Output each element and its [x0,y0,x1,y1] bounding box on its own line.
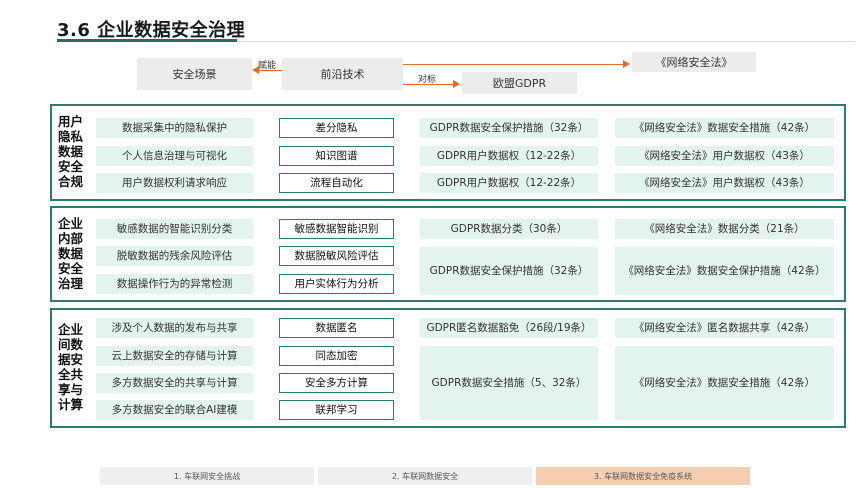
cyber-law-header: 《网络安全法》 [632,52,756,72]
section-label: 用户 隐私 数据 安全 合规 [58,114,84,189]
gdpr-cell: GDPR匿名数据豁免（26段/19条） [420,318,598,338]
enable-arrow-line [258,70,282,71]
scene-cell: 敏感数据的智能识别分类 [96,219,253,239]
footer-tab-3[interactable]: 3. 车联网数据安全免疫系统 [536,467,750,485]
law-cell: 《网络安全法》数据安全保护措施（42条） [615,247,834,295]
tech-cell: 联邦学习 [279,400,394,420]
tech-cell: 安全多方计算 [279,373,394,393]
tech-cell: 用户实体行为分析 [279,274,394,294]
scene-cell: 多方数据安全的共享与计算 [96,373,253,393]
scene-cell: 云上数据安全的存储与计算 [96,346,253,366]
scene-header: 安全场景 [137,58,252,90]
tech-cell: 数据匿名 [279,318,394,338]
scene-cell: 脱敏数据的残余风险评估 [96,246,253,266]
title-underline [57,39,237,42]
gdpr-header: 欧盟GDPR [462,72,577,94]
tech-cell: 数据脱敏风险评估 [279,246,394,266]
law-cell: 《网络安全法》匿名数据共享（42条） [615,318,834,338]
law-cell: 《网络安全法》用户数据权（43条） [615,173,834,193]
tech-cell: 知识图谱 [279,146,394,166]
scene-cell: 个人信息治理与可视化 [96,146,253,166]
footer-tab-1[interactable]: 1. 车联网安全挑战 [100,467,314,485]
tech-cell: 敏感数据智能识别 [279,219,394,239]
tech-cell: 差分隐私 [279,118,394,138]
scene-cell: 涉及个人数据的发布与共享 [96,318,253,338]
gdpr-cell: GDPR用户数据权（12-22条） [420,146,598,166]
law-cell: 《网络安全法》数据安全措施（42条） [615,118,834,138]
scene-cell: 多方数据安全的联合AI建模 [96,400,253,420]
gdpr-cell: GDPR数据分类（30条） [420,219,598,239]
law-cell: 《网络安全法》用户数据权（43条） [615,146,834,166]
law-cell: 《网络安全法》数据安全措施（42条） [615,346,834,420]
footer-tab-2[interactable]: 2. 车联网数据安全 [318,467,532,485]
gdpr-arrow-head [453,80,460,88]
section-label: 企业 间数 据安 全共 享与 计算 [58,322,84,412]
law-arrow-line [403,64,624,65]
law-cell: 《网络安全法》数据分类（21条） [615,219,834,239]
section-label: 企业 内部 数据 安全 治理 [58,216,84,291]
law-arrow-head [623,60,630,68]
gdpr-cell: GDPR数据安全保护措施（32条） [420,118,598,138]
tech-cell: 流程自动化 [279,173,394,193]
gdpr-cell: GDPR数据安全保护措施（32条） [420,247,598,295]
scene-cell: 用户数据权利请求响应 [96,173,253,193]
gdpr-cell: GDPR用户数据权（12-22条） [420,173,598,193]
scene-cell: 数据操作行为的异常检测 [96,274,253,294]
frontier-header: 前沿技术 [282,58,403,90]
tech-cell: 同态加密 [279,346,394,366]
gdpr-arrow-line [403,84,454,85]
gdpr-cell: GDPR数据安全措施（5、32条） [420,346,598,420]
scene-cell: 数据采集中的隐私保护 [96,118,253,138]
